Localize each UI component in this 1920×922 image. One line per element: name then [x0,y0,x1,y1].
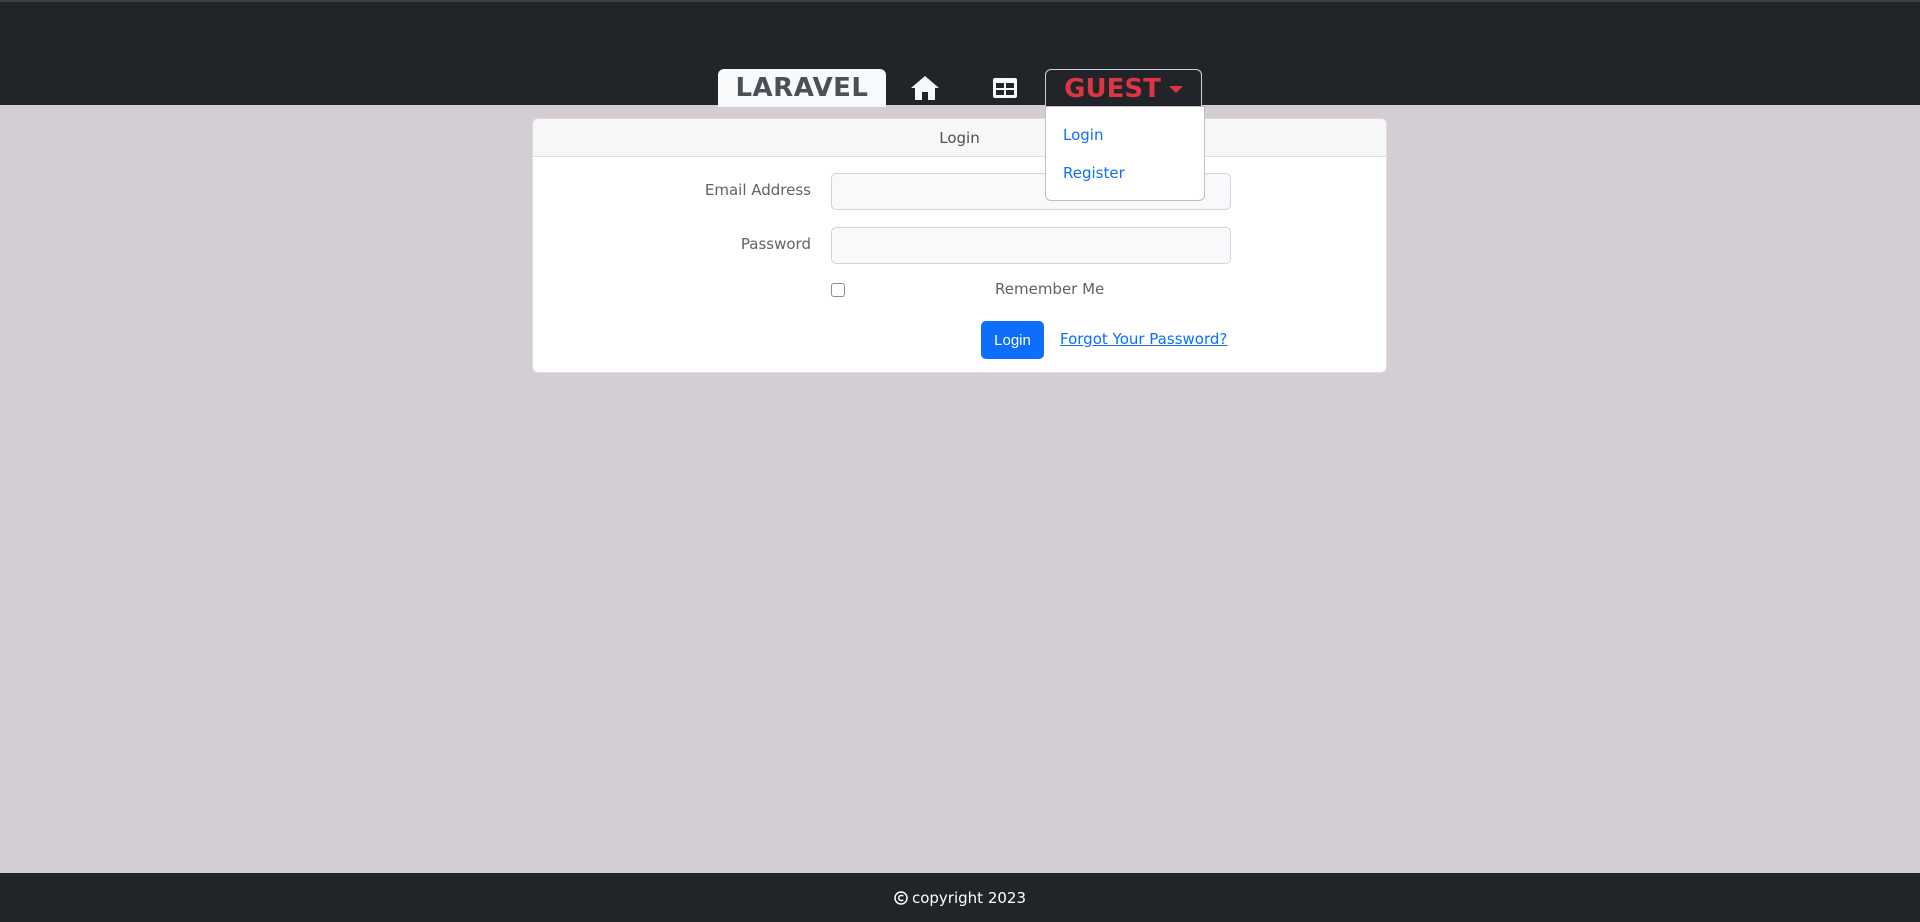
forgot-password-link[interactable]: Forgot Your Password? [1060,330,1227,348]
guest-dropdown-toggle[interactable]: GUEST [1045,69,1202,107]
password-label: Password [740,235,811,253]
password-field[interactable] [831,227,1231,264]
table-icon[interactable] [987,72,1023,104]
dropdown-item-register[interactable]: Register [1063,164,1125,182]
guest-dropdown-menu: Login Register [1045,106,1205,201]
footer: copyright 2023 [0,873,1920,922]
footer-text: copyright 2023 [911,888,1026,907]
remember-me-checkbox[interactable] [831,283,845,297]
card-header: Login [533,119,1386,157]
dropdown-item-login[interactable]: Login [1063,126,1103,144]
guest-label: GUEST [1064,73,1161,104]
copyright-icon [894,890,908,905]
home-icon[interactable] [907,72,943,104]
login-button[interactable]: Login [981,321,1044,359]
caret-down-icon [1168,86,1183,93]
login-card: Login Email Address Password Remember Me… [532,118,1387,373]
email-label: Email Address [704,181,811,199]
top-navbar: LARAVEL GUEST [0,0,1920,107]
remember-me-label: Remember Me [995,280,1105,298]
brand-link[interactable]: LARAVEL [718,69,886,107]
